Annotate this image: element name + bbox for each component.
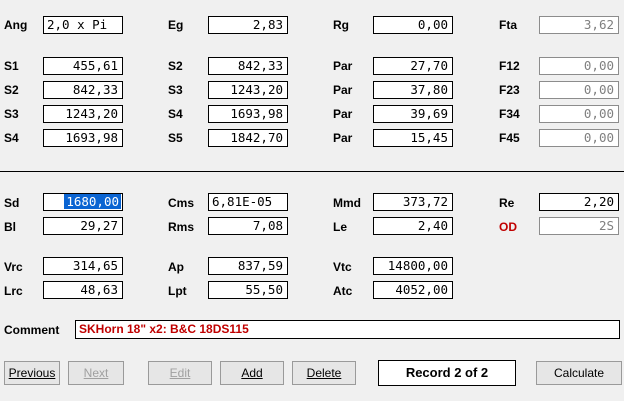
- vtc-label: Vtc: [333, 260, 352, 274]
- lrc-label: Lrc: [4, 284, 23, 298]
- le-field[interactable]: 2,40: [373, 217, 453, 235]
- f45-label: F45: [499, 131, 520, 145]
- vrc-label: Vrc: [4, 260, 23, 274]
- s3-label: S3: [168, 83, 183, 97]
- f23-field: 0,00: [539, 81, 619, 99]
- par4-field[interactable]: 15,45: [373, 129, 453, 147]
- rg-label: Rg: [333, 18, 349, 32]
- par-label: Par: [333, 59, 353, 73]
- s2-field[interactable]: 842,33: [43, 81, 123, 99]
- s2-label: S2: [4, 83, 19, 97]
- record-status: Record 2 of 2: [378, 360, 516, 386]
- calculate-button[interactable]: Calculate: [536, 361, 622, 385]
- bl-label: Bl: [4, 220, 16, 234]
- s4-field[interactable]: 1693,98: [43, 129, 123, 147]
- edit-button[interactable]: Edit: [148, 361, 212, 385]
- ap-label: Ap: [168, 260, 184, 274]
- fta-label: Fta: [499, 18, 517, 32]
- vtc-field[interactable]: 14800,00: [373, 257, 453, 275]
- f34-field: 0,00: [539, 105, 619, 123]
- re-label: Re: [499, 196, 515, 210]
- s5-field[interactable]: 1842,70: [208, 129, 288, 147]
- vrc-field[interactable]: 314,65: [43, 257, 123, 275]
- rms-field[interactable]: 7,08: [208, 217, 288, 235]
- atc-field[interactable]: 4052,00: [373, 281, 453, 299]
- f12-label: F12: [499, 59, 520, 73]
- f23-label: F23: [499, 83, 520, 97]
- sd-label: Sd: [4, 196, 20, 210]
- f45-field: 0,00: [539, 129, 619, 147]
- cms-label: Cms: [168, 196, 195, 210]
- cms-field[interactable]: 6,81E-05: [208, 193, 288, 211]
- s2-field[interactable]: 842,33: [208, 57, 288, 75]
- ang-field[interactable]: 2,0 x Pi: [43, 16, 123, 34]
- comment-field[interactable]: SKHorn 18" x2: B&C 18DS115: [75, 320, 620, 339]
- od-field: 2S: [539, 217, 619, 235]
- rms-label: Rms: [168, 220, 195, 234]
- par1-field[interactable]: 27,70: [373, 57, 453, 75]
- delete-button[interactable]: Delete: [292, 361, 356, 385]
- next-button[interactable]: Next: [68, 361, 124, 385]
- rg-field[interactable]: 0,00: [373, 16, 453, 34]
- comment-label: Comment: [4, 323, 60, 337]
- previous-button[interactable]: Previous: [4, 361, 60, 385]
- par-label: Par: [333, 131, 353, 145]
- s3-field[interactable]: 1243,20: [208, 81, 288, 99]
- sd-value: 1680,00: [64, 194, 121, 209]
- bl-field[interactable]: 29,27: [43, 217, 123, 235]
- od-label: OD: [499, 220, 517, 234]
- par2-field[interactable]: 37,80: [373, 81, 453, 99]
- lrc-field[interactable]: 48,63: [43, 281, 123, 299]
- lpt-field[interactable]: 55,50: [208, 281, 288, 299]
- section-divider: [0, 171, 624, 172]
- par3-field[interactable]: 39,69: [373, 105, 453, 123]
- ap-field[interactable]: 837,59: [208, 257, 288, 275]
- fta-field: 3,62: [539, 16, 619, 34]
- add-button[interactable]: Add: [220, 361, 284, 385]
- s2-label: S2: [168, 59, 183, 73]
- par-label: Par: [333, 107, 353, 121]
- sd-field[interactable]: 1680,00: [43, 193, 123, 211]
- s3-label: S3: [4, 107, 19, 121]
- s4-label: S4: [168, 107, 183, 121]
- s5-label: S5: [168, 131, 183, 145]
- lpt-label: Lpt: [168, 284, 187, 298]
- s1-field[interactable]: 455,61: [43, 57, 123, 75]
- ang-label: Ang: [4, 18, 28, 32]
- eg-field[interactable]: 2,83: [208, 16, 288, 34]
- s4-field[interactable]: 1693,98: [208, 105, 288, 123]
- s4-label: S4: [4, 131, 19, 145]
- eg-label: Eg: [168, 18, 184, 32]
- mmd-label: Mmd: [333, 196, 361, 210]
- f12-field: 0,00: [539, 57, 619, 75]
- atc-label: Atc: [333, 284, 353, 298]
- mmd-field[interactable]: 373,72: [373, 193, 453, 211]
- re-field[interactable]: 2,20: [539, 193, 619, 211]
- par-label: Par: [333, 83, 353, 97]
- s3-field[interactable]: 1243,20: [43, 105, 123, 123]
- le-label: Le: [333, 220, 348, 234]
- f34-label: F34: [499, 107, 520, 121]
- s1-label: S1: [4, 59, 19, 73]
